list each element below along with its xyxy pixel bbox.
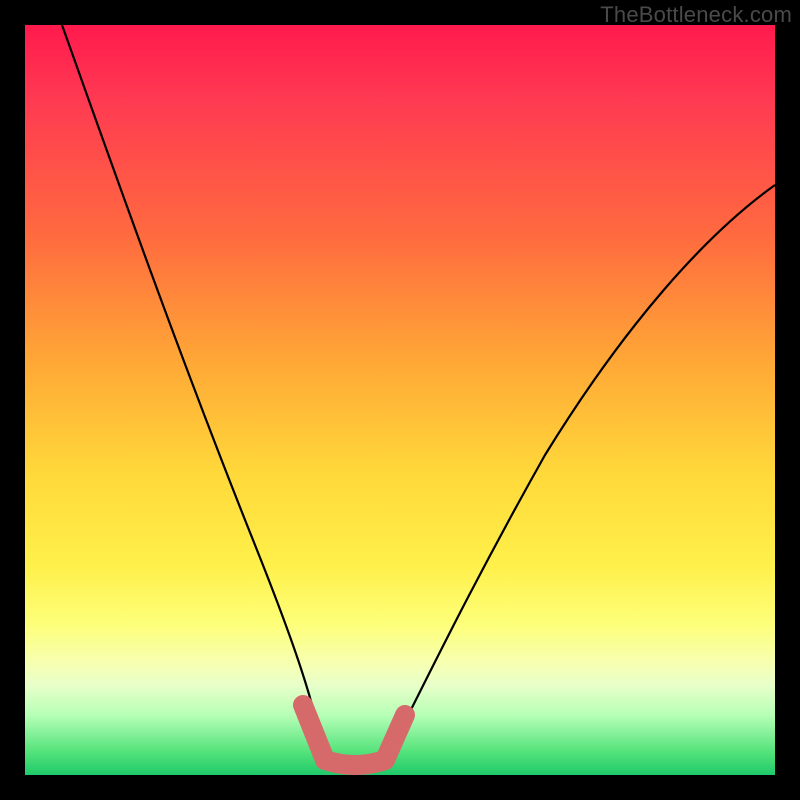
left-curve xyxy=(62,25,325,760)
watermark-label: TheBottleneck.com xyxy=(600,2,792,28)
chart-frame: TheBottleneck.com xyxy=(0,0,800,800)
right-curve xyxy=(385,185,775,760)
chart-svg xyxy=(25,25,775,775)
valley-marker-right xyxy=(385,715,405,760)
